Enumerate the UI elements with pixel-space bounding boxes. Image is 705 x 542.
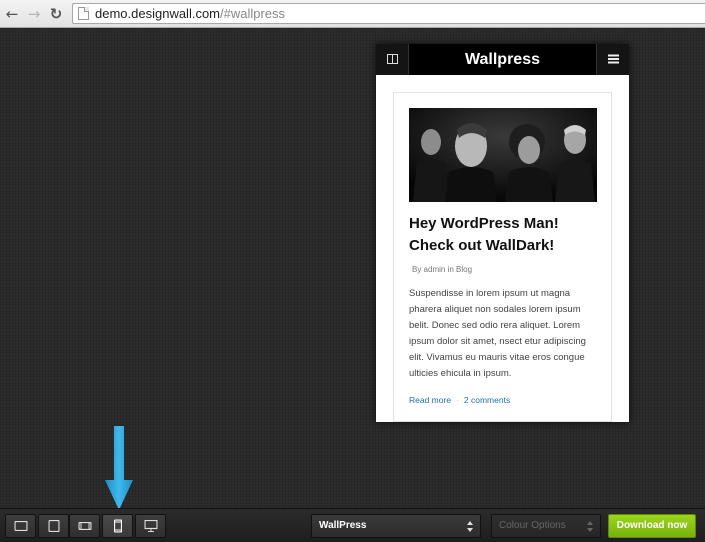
forward-arrow-icon[interactable]: → (24, 4, 44, 24)
site-header: Wallpress (376, 44, 629, 75)
phone-landscape-icon (78, 522, 91, 530)
url-path: /#wallpress (220, 6, 286, 21)
read-more-link[interactable]: Read more (409, 395, 451, 405)
mobile-preview: Wallpress Hey WordPress Man! Check out W… (376, 44, 629, 422)
select-arrows-icon (467, 521, 473, 532)
theme-select[interactable]: WallPress (311, 514, 481, 538)
tablet-landscape-icon (14, 521, 27, 531)
back-arrow-icon[interactable]: ← (2, 4, 22, 24)
separator: · (456, 395, 459, 405)
post-excerpt: Suspendisse in lorem ipsum ut magna phar… (409, 288, 586, 379)
post-footer: Read more · 2 comments (409, 395, 510, 405)
post-card: Hey WordPress Man! Check out WallDark! B… (393, 92, 612, 422)
browser-toolbar: ← → ↻ demo.designwall.com/#wallpress (0, 0, 705, 28)
down-arrow-icon (105, 426, 133, 510)
tablet-portrait-icon (48, 520, 59, 532)
colour-select-value: Colour Options (499, 520, 566, 531)
post-title[interactable]: Hey WordPress Man! Check out WallDark! (409, 213, 605, 257)
bottom-toolbar: WallPress Colour Options Download now (0, 508, 705, 542)
url-text[interactable]: demo.designwall.com/#wallpress (95, 6, 285, 21)
download-button[interactable]: Download now (608, 514, 696, 538)
site-brand[interactable]: Wallpress (409, 44, 596, 75)
tablet-portrait-button[interactable] (38, 514, 69, 538)
comments-link[interactable]: 2 comments (464, 395, 510, 405)
phone-portrait-button[interactable] (102, 514, 133, 538)
hamburger-menu-icon (608, 54, 619, 64)
menu-button[interactable] (596, 44, 629, 75)
sidebar-toggle-button[interactable] (376, 44, 409, 75)
post-image[interactable] (409, 108, 597, 202)
desktop-icon (144, 520, 157, 532)
select-arrows-icon (587, 521, 593, 532)
tablet-landscape-button[interactable] (5, 514, 36, 538)
phone-landscape-button[interactable] (69, 514, 100, 538)
post-meta: By admin in Blog (412, 265, 473, 274)
url-host: demo.designwall.com (95, 6, 221, 21)
colour-options-select[interactable]: Colour Options (491, 514, 601, 538)
band-photo-icon (409, 108, 597, 202)
reload-icon[interactable]: ↻ (46, 4, 66, 24)
address-bar[interactable]: demo.designwall.com/#wallpress (72, 3, 705, 24)
desktop-button[interactable] (135, 514, 166, 538)
sidebar-icon (387, 54, 398, 64)
page-icon (78, 7, 89, 20)
theme-select-value: WallPress (319, 520, 367, 531)
phone-portrait-icon (113, 519, 122, 533)
